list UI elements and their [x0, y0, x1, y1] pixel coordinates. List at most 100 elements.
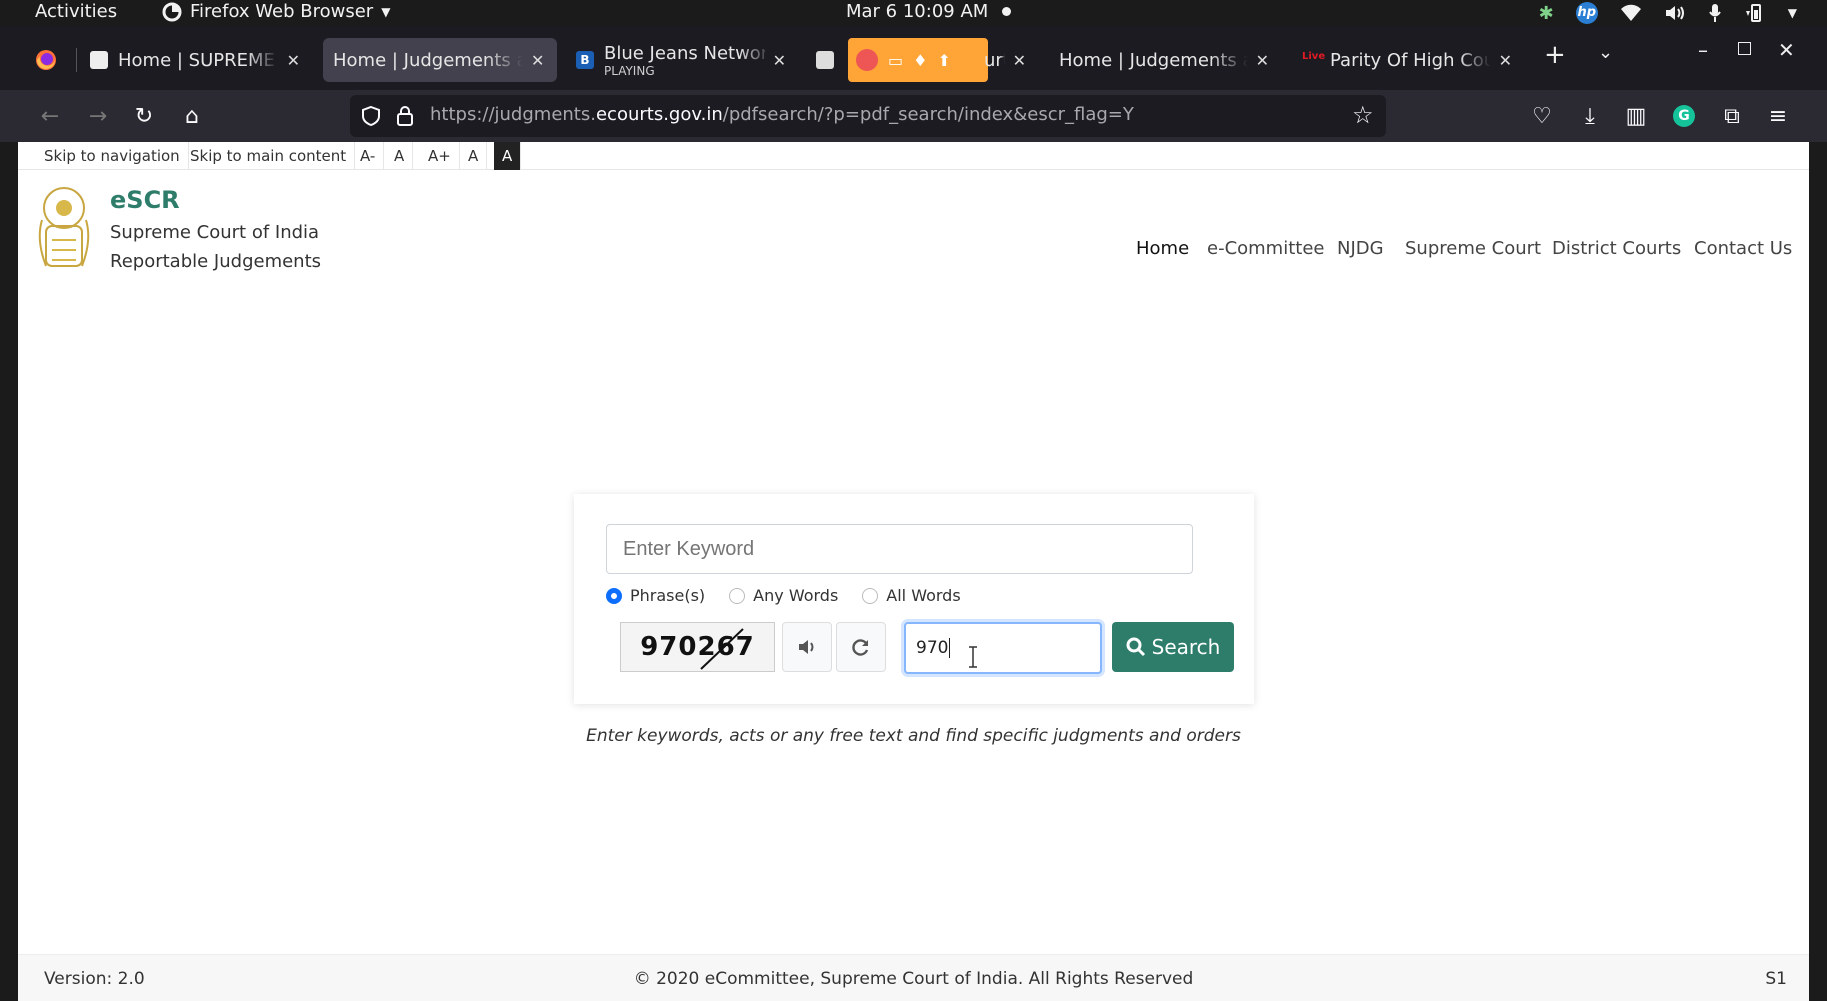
nav-district-courts[interactable]: District Courts	[1552, 238, 1681, 259]
font-increase-button[interactable]: A+	[420, 142, 460, 170]
normal-contrast-button[interactable]: A	[460, 142, 488, 170]
close-icon[interactable]: ✕	[287, 51, 300, 70]
extensions-puzzle-icon[interactable]: ⧉	[1716, 100, 1748, 132]
url-prefix: https://judgments.	[430, 104, 596, 125]
tab-strip: Home | SUPREME C ✕ Home | Judgements a ✕…	[0, 26, 1827, 90]
search-button[interactable]: Search	[1112, 622, 1234, 672]
calendar-favicon-icon	[816, 51, 834, 69]
url-text[interactable]: https://judgments.ecourts.gov.in/pdfsear…	[430, 104, 1134, 125]
high-contrast-button[interactable]: A	[494, 142, 522, 170]
captcha-noise	[700, 628, 744, 670]
pocket-icon[interactable]: ♡	[1526, 100, 1558, 132]
nav-njdg[interactable]: NJDG	[1337, 238, 1384, 259]
keyword-input[interactable]	[606, 524, 1193, 574]
clock-text: Mar 6 10:09 AM	[846, 1, 989, 22]
font-normal-button[interactable]: A	[386, 142, 414, 170]
close-icon[interactable]: ✕	[773, 51, 786, 70]
captcha-input-value: 970	[916, 638, 949, 658]
microphone-icon: ♦	[913, 50, 928, 70]
close-icon[interactable]: ✕	[1499, 51, 1512, 70]
clock[interactable]: Mar 6 10:09 AM	[846, 1, 1012, 22]
grammarly-extension-icon[interactable]: G	[1668, 100, 1700, 132]
tab-parity-high-court[interactable]: Live Parity Of High Cou ✕	[1292, 38, 1522, 82]
reload-button[interactable]: ↻	[128, 100, 160, 132]
refresh-icon	[852, 639, 869, 656]
battery-icon	[1745, 4, 1761, 22]
radio-phrases-label[interactable]: Phrase(s)	[630, 586, 705, 605]
close-window-button[interactable]: ✕	[1778, 38, 1795, 62]
search-card: Phrase(s) Any Words All Words 970267 970	[574, 494, 1254, 704]
minimize-window-button[interactable]: –	[1698, 38, 1708, 62]
radio-all-words[interactable]	[862, 587, 879, 604]
hp-logo-icon: hp	[1575, 2, 1598, 24]
font-decrease-button[interactable]: A-	[352, 142, 385, 170]
app-name: Firefox Web Browser	[190, 1, 374, 22]
chevron-down-icon: ▼	[1787, 6, 1797, 20]
volume-icon	[1665, 6, 1684, 20]
skip-to-main-content-link[interactable]: Skip to main content	[182, 142, 356, 170]
speaker-icon	[799, 640, 814, 654]
firefox-view-icon[interactable]	[34, 48, 58, 72]
network-status-icon: ✱	[1538, 2, 1554, 24]
site-title[interactable]: eSCR	[110, 186, 180, 214]
search-button-label: Search	[1151, 635, 1221, 659]
tab-judgements-2[interactable]: Home | Judgements a ✕	[1049, 38, 1279, 82]
search-hint: Enter keywords, acts or any free text an…	[586, 726, 1241, 746]
captcha-image: 970267	[620, 622, 775, 672]
site-subtitle: Supreme Court of India	[110, 222, 320, 243]
lock-icon[interactable]	[396, 105, 414, 127]
search-mode-group: Phrase(s) Any Words All Words	[606, 586, 985, 605]
radio-any-words[interactable]	[729, 587, 746, 604]
tab-title-group: Blue Jeans Networ PLAYING	[604, 42, 765, 78]
back-button[interactable]: ←	[34, 100, 66, 132]
nav-contact-us[interactable]: Contact Us	[1694, 238, 1792, 259]
chevron-down-icon: ▼	[381, 4, 391, 19]
hamburger-menu-icon[interactable]: ≡	[1762, 100, 1794, 132]
copyright-text: © 2020 eCommittee, Supreme Court of Indi…	[633, 969, 1194, 989]
new-tab-button[interactable]: +	[1544, 40, 1566, 70]
radio-any-words-label[interactable]: Any Words	[753, 586, 838, 605]
home-button[interactable]: ⌂	[176, 100, 208, 132]
close-icon[interactable]: ✕	[1256, 51, 1269, 70]
downloads-icon[interactable]: ⤓	[1574, 100, 1606, 132]
nav-supreme-court[interactable]: Supreme Court	[1405, 238, 1541, 259]
wifi-icon	[1620, 4, 1641, 21]
tab-judgements-active[interactable]: Home | Judgements a ✕	[323, 38, 557, 82]
app-menu[interactable]: Firefox Web Browser ▼	[162, 1, 390, 22]
server-label: S1	[1765, 969, 1787, 989]
close-icon[interactable]: ✕	[1013, 51, 1026, 70]
url-host: ecourts.gov.in	[595, 104, 723, 125]
radio-all-words-label[interactable]: All Words	[886, 586, 960, 605]
url-bar[interactable]: https://judgments.ecourts.gov.in/pdfsear…	[350, 95, 1386, 137]
camera-icon: ▭	[888, 50, 904, 70]
emblem-logo-icon	[38, 187, 90, 267]
captcha-refresh-button[interactable]	[836, 622, 886, 672]
close-icon[interactable]: ✕	[531, 51, 544, 70]
tab-supreme-court[interactable]: Home | SUPREME C ✕	[80, 38, 310, 82]
radio-phrases[interactable]	[606, 587, 622, 604]
list-all-tabs-chevron-icon[interactable]: ⌄	[1598, 42, 1613, 63]
notification-dot-icon	[1002, 7, 1012, 16]
captcha-audio-button[interactable]	[782, 622, 832, 672]
window-left-edge	[0, 142, 18, 1001]
bookmark-star-icon[interactable]: ☆	[1352, 101, 1374, 129]
text-caret	[949, 638, 951, 658]
url-path: /pdfsearch/?p=pdf_search/index&escr_flag…	[722, 104, 1134, 125]
captcha-input[interactable]: 970	[904, 622, 1102, 674]
sidebar-icon[interactable]: ▥	[1620, 100, 1652, 132]
tab-court[interactable]: ▭ ♦ ⬆ urt ✕	[806, 38, 1036, 82]
nav-e-committee[interactable]: e-Committee	[1207, 238, 1324, 259]
skip-to-navigation-link[interactable]: Skip to navigation	[36, 142, 189, 170]
microphone-icon	[1708, 4, 1721, 22]
nav-home[interactable]: Home	[1136, 238, 1189, 259]
restore-window-button[interactable]	[1738, 42, 1751, 55]
tracking-protection-shield-icon[interactable]	[360, 105, 382, 127]
system-tray[interactable]: ✱ hp ▼	[1539, 0, 1797, 26]
live-favicon-icon: Live	[1302, 51, 1326, 62]
activities-button[interactable]: Activities	[35, 1, 117, 22]
tab-blue-jeans[interactable]: B Blue Jeans Networ PLAYING ✕	[566, 38, 796, 82]
screen-share-indicator[interactable]: ▭ ♦ ⬆	[848, 38, 988, 82]
forward-button[interactable]: →	[82, 100, 114, 132]
navigation-toolbar: ← → ↻ ⌂ https://judgments.ecourts.gov.in…	[0, 90, 1827, 142]
bluejeans-favicon-icon: B	[576, 51, 594, 69]
